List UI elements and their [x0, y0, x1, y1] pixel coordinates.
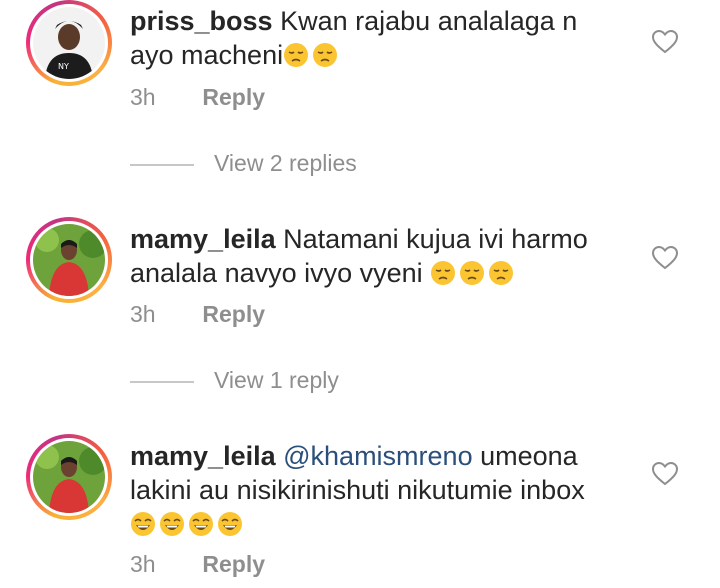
comment-body-line1: umeona [472, 441, 578, 471]
comment-meta: 3h Reply [130, 551, 265, 578]
comment-body-line1: Natamani kujua ivi harmo [283, 224, 588, 254]
divider-line [130, 381, 194, 383]
laughing-face-icon [160, 512, 184, 536]
avatar[interactable] [26, 217, 112, 303]
laughing-face-icon [218, 512, 242, 536]
comment-username[interactable]: priss_boss [130, 6, 273, 36]
comment-timestamp: 3h [130, 84, 156, 110]
comment-body-line1: Kwan rajabu analalaga n [280, 6, 578, 36]
sad-face-icon [313, 43, 338, 67]
laughing-face-icon [189, 512, 213, 536]
sad-face-icon [431, 261, 456, 285]
sad-face-icon [284, 43, 309, 67]
mention-link[interactable]: @khamismreno [283, 441, 472, 471]
reply-button[interactable]: Reply [202, 84, 265, 110]
comment-text: mamy_leila Natamani kujua ivi harmo anal… [130, 222, 630, 290]
view-replies-label[interactable]: View 2 replies [214, 150, 357, 177]
view-replies-label[interactable]: View 1 reply [214, 367, 339, 394]
emoji-group [430, 258, 517, 288]
comment-meta: 3h Reply [130, 301, 265, 328]
comment-timestamp: 3h [130, 301, 156, 327]
emoji-group [283, 40, 341, 70]
reply-button[interactable]: Reply [202, 301, 265, 327]
like-heart-icon[interactable] [652, 30, 678, 54]
like-heart-icon[interactable] [652, 462, 678, 486]
profile-photo [33, 224, 105, 296]
laughing-face-icon [131, 512, 155, 536]
comment-timestamp: 3h [130, 551, 156, 577]
reply-button[interactable]: Reply [202, 551, 265, 577]
sad-face-icon [460, 261, 485, 285]
comment-body-line2: analala navyo ivyo vyeni [130, 258, 423, 288]
comment-body-line2: ayo macheni [130, 40, 284, 70]
comment-username[interactable]: mamy_leila [130, 441, 276, 471]
profile-photo: NY [33, 7, 105, 79]
avatar[interactable]: NY [26, 0, 112, 86]
comment-body-line2: lakini au nisikirinishuti nikutumie inbo… [130, 475, 585, 505]
avatar[interactable] [26, 434, 112, 520]
svg-text:NY: NY [58, 62, 69, 71]
comment-username[interactable]: mamy_leila [130, 224, 276, 254]
emoji-group [130, 509, 246, 539]
profile-photo [33, 441, 105, 513]
comment-meta: 3h Reply [130, 84, 265, 111]
sad-face-icon [489, 261, 514, 285]
divider-line [130, 164, 194, 166]
comment-text: mamy_leila @khamismreno umeona lakini au… [130, 439, 630, 541]
like-heart-icon[interactable] [652, 246, 678, 270]
comment-text: priss_boss Kwan rajabu analalaga n ayo m… [130, 4, 630, 72]
